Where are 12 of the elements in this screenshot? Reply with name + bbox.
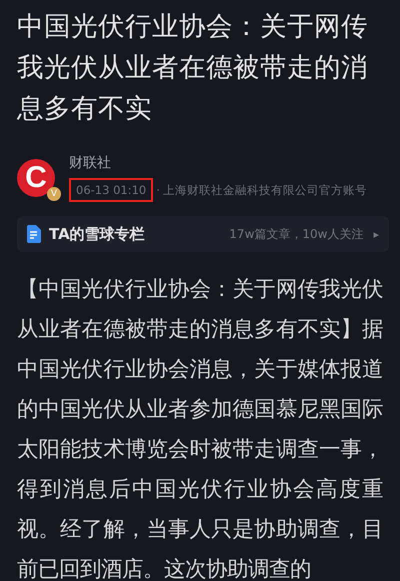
author-name[interactable]: 财联社 [69, 154, 367, 172]
author-description: 上海财联社金融科技有限公司官方账号 [162, 182, 367, 198]
article-body: 【中国光伏行业协会：关于网传我光伏从业者在德被带走的消息多有不实】据中国光伏行业协会消息，关于媒体报道的中国光伏从业者参加德国慕尼黑国际太阳能技术博览会时被带走调查一事，得到消息后中国光伏行业协会高度重视。经了解，当事人只是协助调查，目前已回到酒店。这次协助调查的 [17, 276, 383, 581]
column-stats: 17w篇文章，10w人关注 [229, 226, 364, 242]
column-title: TA的雪球专栏 [49, 224, 145, 244]
separator: · [156, 183, 160, 197]
document-icon [27, 225, 41, 243]
arrow-icon: ▸ [373, 228, 379, 240]
publish-time: 06-13 01:10 [69, 178, 154, 202]
article-title: 中国光伏行业协会：关于网传我光伏从业者在德被带走的消息多有不实 [17, 10, 369, 126]
verified-badge: V [47, 187, 61, 201]
column-card[interactable]: TA的雪球专栏 17w篇文章，10w人关注 ▸ [17, 216, 389, 252]
